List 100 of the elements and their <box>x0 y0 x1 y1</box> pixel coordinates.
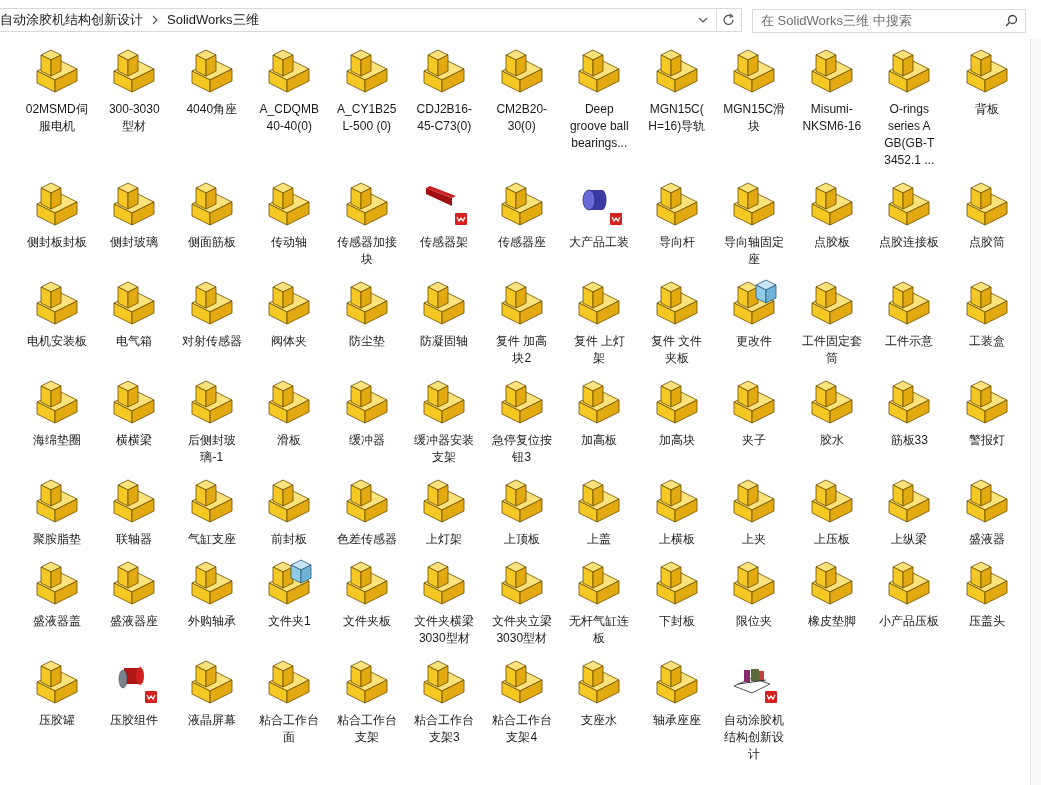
file-item[interactable]: 橡皮垫脚 <box>793 556 871 655</box>
refresh-icon[interactable] <box>722 13 736 27</box>
file-item[interactable]: 盛液器座 <box>95 556 173 655</box>
file-item[interactable]: 传感器座 <box>483 177 561 276</box>
file-item[interactable]: 上横板 <box>638 474 716 556</box>
file-item[interactable]: 液晶屏幕 <box>173 655 251 771</box>
file-item[interactable]: 联轴器 <box>95 474 173 556</box>
file-item[interactable]: CM2B20-30(0) <box>483 44 561 177</box>
file-item[interactable]: 色差传感器 <box>328 474 406 556</box>
chevron-right-icon <box>151 15 159 25</box>
file-item[interactable]: 导向轴固定座 <box>715 177 793 276</box>
file-item[interactable]: A_CY1B25L-500 (0) <box>328 44 406 177</box>
file-item[interactable]: MGN15C滑块 <box>715 44 793 177</box>
file-item[interactable]: 300-3030型材 <box>95 44 173 177</box>
file-item[interactable]: 轴承座座 <box>638 655 716 771</box>
file-item[interactable]: 对射传感器 <box>173 276 251 375</box>
file-item[interactable]: Misumi-NKSM6-16 <box>793 44 871 177</box>
file-item[interactable]: 缓冲器安装支架 <box>405 375 483 474</box>
file-item[interactable]: 文件夹1 <box>250 556 328 655</box>
file-item[interactable]: 背板 <box>948 44 1026 177</box>
file-item[interactable]: 气缸支座 <box>173 474 251 556</box>
file-item[interactable]: 更改件 <box>715 276 793 375</box>
file-item[interactable]: 压胶组件 <box>95 655 173 771</box>
file-item[interactable]: 防尘垫 <box>328 276 406 375</box>
file-item[interactable]: 侧面筋板 <box>173 177 251 276</box>
file-item[interactable]: 小产品压板 <box>870 556 948 655</box>
file-item[interactable]: MGN15C(H=16)导轨 <box>638 44 716 177</box>
file-item[interactable]: 传感器加接块 <box>328 177 406 276</box>
file-item[interactable]: 粘合工作台支架4 <box>483 655 561 771</box>
file-item[interactable]: 02MSMD伺服电机 <box>18 44 96 177</box>
file-item[interactable]: 压盖头 <box>948 556 1026 655</box>
file-item[interactable]: 聚胺脂垫 <box>18 474 96 556</box>
file-item[interactable]: 侧封板封板 <box>18 177 96 276</box>
file-item[interactable]: 传动轴 <box>250 177 328 276</box>
file-item[interactable]: 缓冲器 <box>328 375 406 474</box>
file-item[interactable]: 粘合工作台支架3 <box>405 655 483 771</box>
file-item[interactable]: 加高块 <box>638 375 716 474</box>
search-icon[interactable] <box>1005 14 1018 27</box>
file-item[interactable]: 胶水 <box>793 375 871 474</box>
file-item[interactable]: 导向杆 <box>638 177 716 276</box>
file-item[interactable]: 点胶板 <box>793 177 871 276</box>
file-item[interactable]: 急停复位按钮3 <box>483 375 561 474</box>
file-item[interactable]: 警报灯 <box>948 375 1026 474</box>
file-item[interactable]: 横横梁 <box>95 375 173 474</box>
file-item[interactable]: 粘合工作台支架 <box>328 655 406 771</box>
file-name: 下封板 <box>657 613 696 630</box>
file-item[interactable]: 下封板 <box>638 556 716 655</box>
address-bar[interactable]: 自动涂胶机结构创新设计 SolidWorks三维 <box>0 8 742 32</box>
file-item[interactable]: 电机安装板 <box>18 276 96 375</box>
file-item[interactable]: 前封板 <box>250 474 328 556</box>
file-item[interactable]: 点胶连接板 <box>870 177 948 276</box>
breadcrumb-link[interactable]: SolidWorks三维 <box>167 10 259 30</box>
file-item[interactable]: 夹子 <box>715 375 793 474</box>
file-item[interactable]: 点胶筒 <box>948 177 1026 276</box>
file-item[interactable]: Deep groove ball bearings... <box>560 44 638 177</box>
file-item[interactable]: 上夹 <box>715 474 793 556</box>
file-item[interactable]: 工件固定套筒 <box>793 276 871 375</box>
file-item[interactable]: 上压板 <box>793 474 871 556</box>
file-item[interactable]: 无杆气缸连板 <box>560 556 638 655</box>
file-item[interactable]: 支座水 <box>560 655 638 771</box>
file-item[interactable]: 限位夹 <box>715 556 793 655</box>
file-item[interactable]: 上盖 <box>560 474 638 556</box>
file-item[interactable]: 复件 上灯架 <box>560 276 638 375</box>
file-item[interactable]: 工件示意 <box>870 276 948 375</box>
file-item[interactable]: 电气箱 <box>95 276 173 375</box>
file-item[interactable]: 筋板33 <box>870 375 948 474</box>
file-item[interactable]: 4040角座 <box>173 44 251 177</box>
file-item[interactable]: 盛液器 <box>948 474 1026 556</box>
file-item[interactable]: 工装盒 <box>948 276 1026 375</box>
file-item[interactable]: 复件 文件夹板 <box>638 276 716 375</box>
file-item[interactable]: 外购轴承 <box>173 556 251 655</box>
search-field[interactable]: 在 SolidWorks三维 中搜索 <box>752 8 1026 33</box>
file-name: 更改件 <box>735 333 774 350</box>
breadcrumb-link[interactable]: 自动涂胶机结构创新设计 <box>0 10 143 30</box>
file-item[interactable]: O-rings series A GB(GB-T 3452.1 ... <box>870 44 948 177</box>
file-item[interactable]: 加高板 <box>560 375 638 474</box>
file-item[interactable]: 侧封玻璃 <box>95 177 173 276</box>
file-item[interactable]: 自动涂胶机结构创新设计 <box>715 655 793 771</box>
file-item[interactable]: 压胶罐 <box>18 655 96 771</box>
sw-badge-icon <box>454 212 469 226</box>
file-item[interactable]: 上顶板 <box>483 474 561 556</box>
file-item[interactable]: CDJ2B16-45-C73(0) <box>405 44 483 177</box>
file-item[interactable]: 复件 加高块2 <box>483 276 561 375</box>
file-item[interactable]: 传感器架 <box>405 177 483 276</box>
file-item[interactable]: 文件夹立梁3030型材 <box>483 556 561 655</box>
file-item[interactable]: 上灯架 <box>405 474 483 556</box>
file-item[interactable]: 滑板 <box>250 375 328 474</box>
file-item[interactable]: 文件夹板 <box>328 556 406 655</box>
file-item[interactable]: 文件夹横梁3030型材 <box>405 556 483 655</box>
file-item[interactable]: 粘合工作台面 <box>250 655 328 771</box>
file-item[interactable]: 后侧封玻璃-1 <box>173 375 251 474</box>
file-item[interactable]: 盛液器盖 <box>18 556 96 655</box>
dropdown-caret-icon[interactable] <box>698 16 708 24</box>
file-item[interactable]: 海绵垫圈 <box>18 375 96 474</box>
file-item[interactable]: A_CDQMB40-40(0) <box>250 44 328 177</box>
file-item[interactable]: 阀体夹 <box>250 276 328 375</box>
file-item[interactable]: 大产品工装 <box>560 177 638 276</box>
file-name: 粘合工作台面 <box>258 712 321 746</box>
file-item[interactable]: 上纵梁 <box>870 474 948 556</box>
file-item[interactable]: 防凝固轴 <box>405 276 483 375</box>
